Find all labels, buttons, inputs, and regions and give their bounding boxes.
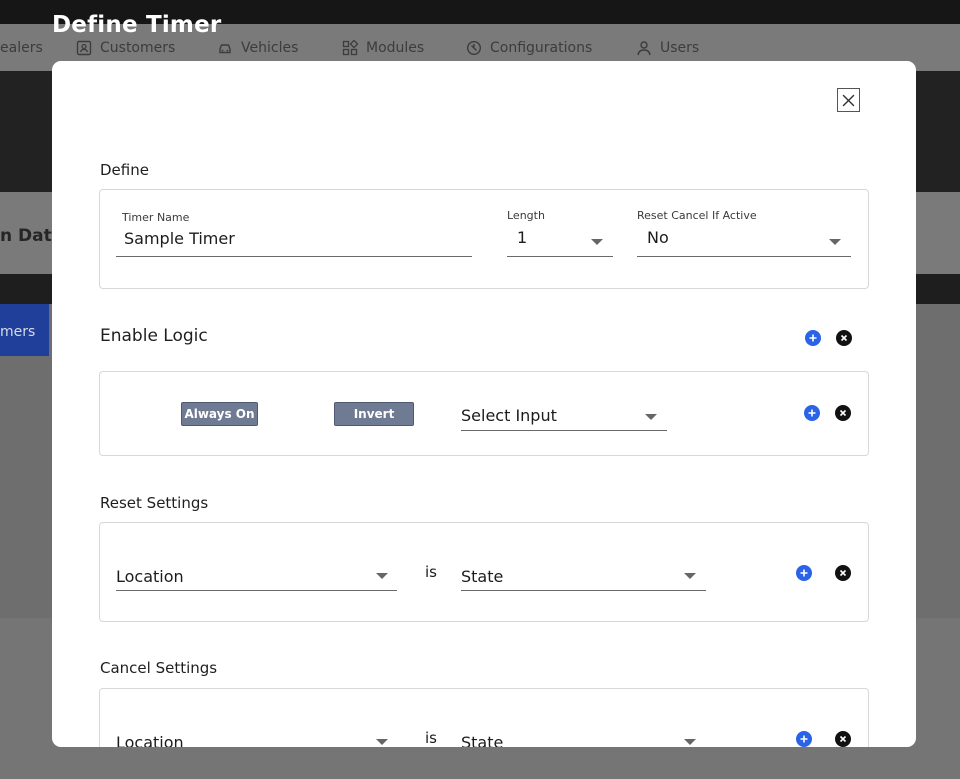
plus-icon: [800, 569, 808, 577]
configuration-icon: [466, 40, 482, 56]
select-input-chevron-down-icon[interactable]: [645, 414, 657, 420]
nav-item-users[interactable]: Users: [636, 40, 699, 56]
plus-icon: [809, 334, 817, 342]
timer-name-label: Timer Name: [122, 211, 190, 224]
cancel-row-add-button[interactable]: [796, 731, 812, 747]
close-icon: [839, 409, 847, 417]
cancel-is-label: is: [425, 729, 437, 747]
close-button[interactable]: [837, 88, 860, 112]
plus-icon: [800, 735, 808, 743]
reset-row-remove-button[interactable]: [835, 565, 851, 581]
enable-logic-remove-button[interactable]: [836, 330, 852, 346]
grid-icon: [342, 40, 358, 56]
reset-location-underline: [116, 590, 397, 591]
id-card-icon: [76, 40, 92, 56]
reset-location-dropdown[interactable]: Location: [116, 567, 184, 586]
plus-icon: [808, 409, 816, 417]
cancel-settings-section-title: Cancel Settings: [100, 659, 218, 677]
define-section-title: Define: [100, 161, 149, 179]
close-icon: [839, 735, 847, 743]
define-timer-modal: Define Timer Name Sample Timer Length 1 …: [52, 61, 916, 747]
nav-item-configurations[interactable]: Configurations: [466, 40, 592, 56]
cancel-location-dropdown[interactable]: Location: [116, 733, 184, 747]
close-icon: [842, 94, 855, 106]
select-input-dropdown[interactable]: Select Input: [461, 406, 557, 425]
reset-is-label: is: [425, 563, 437, 581]
cancel-location-chevron-down-icon[interactable]: [376, 739, 388, 745]
background-tab-customers[interactable]: mers: [0, 304, 49, 356]
cancel-state-dropdown[interactable]: State: [461, 733, 503, 747]
nav-item-vehicles[interactable]: Vehicles: [217, 40, 298, 56]
timer-name-input[interactable]: Sample Timer: [124, 229, 235, 248]
length-chevron-down-icon[interactable]: [591, 239, 603, 245]
nav-item-dealers[interactable]: ealers: [0, 40, 43, 56]
reset-cancel-chevron-down-icon[interactable]: [829, 239, 841, 245]
user-icon: [637, 41, 651, 56]
reset-location-chevron-down-icon[interactable]: [376, 573, 388, 579]
reset-state-dropdown[interactable]: State: [461, 567, 503, 586]
enable-logic-section-title: Enable Logic: [100, 326, 208, 346]
dialog-title: Define Timer: [52, 12, 222, 38]
invert-button[interactable]: Invert: [334, 402, 414, 426]
define-panel: Timer Name Sample Timer Length 1 Reset C…: [99, 189, 869, 289]
close-icon: [840, 334, 848, 342]
reset-cancel-underline: [637, 256, 851, 257]
reset-cancel-select[interactable]: No: [647, 228, 669, 247]
cancel-settings-panel: Location is State: [99, 688, 869, 747]
reset-settings-section-title: Reset Settings: [100, 494, 209, 512]
length-label: Length: [507, 209, 545, 222]
nav-item-modules[interactable]: Modules: [342, 40, 424, 56]
nav-item-customers[interactable]: Customers: [76, 40, 175, 56]
enable-logic-add-button[interactable]: [805, 330, 821, 346]
close-icon: [839, 569, 847, 577]
car-icon: [219, 44, 231, 54]
always-on-button[interactable]: Always On: [181, 402, 258, 426]
cancel-state-chevron-down-icon[interactable]: [684, 739, 696, 745]
length-select[interactable]: 1: [517, 228, 527, 247]
enable-row-add-button[interactable]: [804, 405, 820, 421]
reset-cancel-label: Reset Cancel If Active: [637, 209, 757, 222]
enable-logic-panel: Always On Invert Select Input: [99, 371, 869, 456]
length-underline: [507, 256, 613, 257]
reset-state-chevron-down-icon[interactable]: [684, 573, 696, 579]
timer-name-underline: [116, 256, 472, 257]
cancel-row-remove-button[interactable]: [835, 731, 851, 747]
reset-state-underline: [461, 590, 706, 591]
reset-settings-panel: Location is State: [99, 522, 869, 622]
select-input-underline: [461, 430, 667, 431]
enable-row-remove-button[interactable]: [835, 405, 851, 421]
reset-row-add-button[interactable]: [796, 565, 812, 581]
